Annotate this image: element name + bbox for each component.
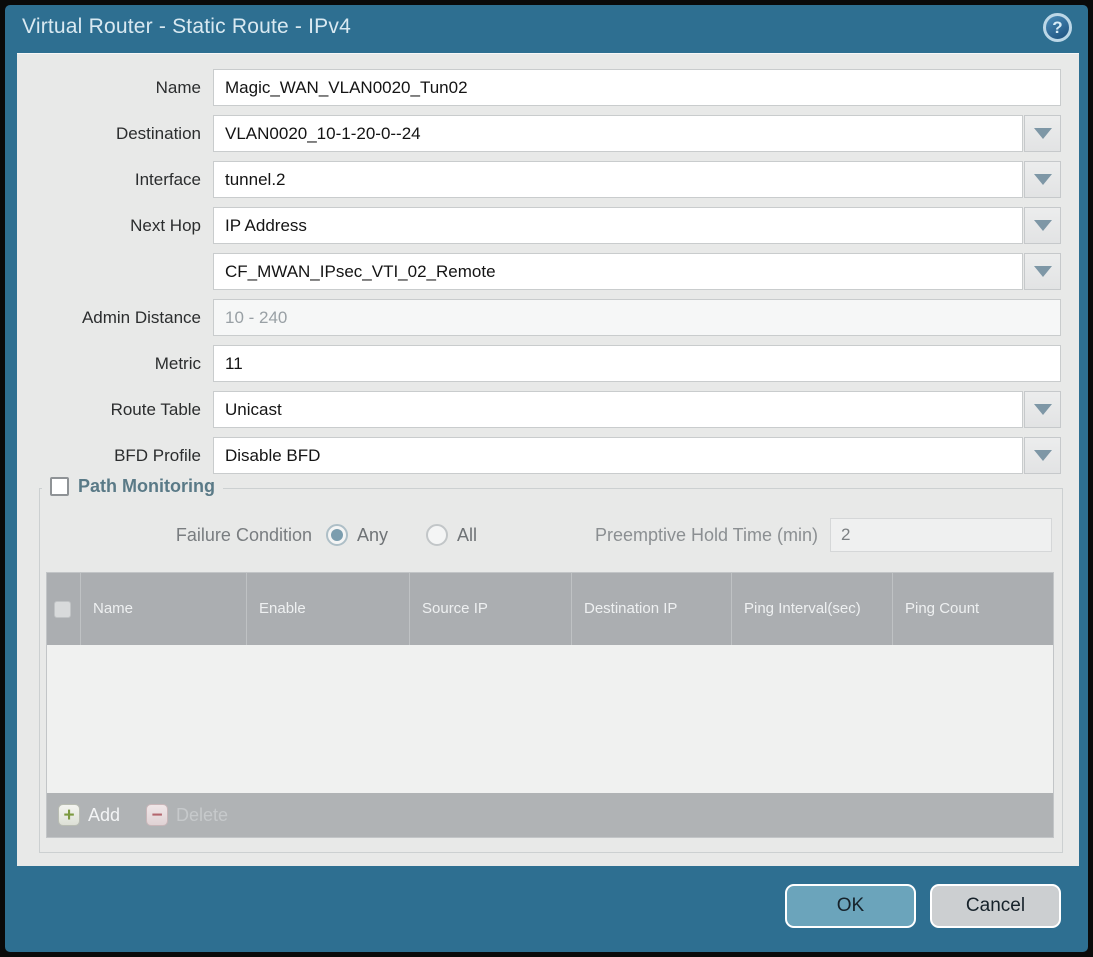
failure-condition-any-label: Any: [357, 525, 388, 546]
interface-label: Interface: [17, 170, 213, 190]
failure-condition-any-radio[interactable]: [326, 524, 348, 546]
dialog-title: Virtual Router - Static Route - IPv4: [22, 15, 351, 39]
column-header-ping-interval: Ping Interval(sec): [732, 573, 893, 645]
help-icon[interactable]: ?: [1043, 13, 1072, 42]
column-header-name: Name: [81, 573, 247, 645]
next-hop-label: Next Hop: [17, 216, 213, 236]
static-route-dialog: Virtual Router - Static Route - IPv4 ? N…: [5, 5, 1088, 952]
next-hop-row: Next Hop: [17, 207, 1061, 244]
bfd-profile-row: BFD Profile: [17, 437, 1061, 474]
table-header-row: Name Enable Source IP Destination IP Pin…: [47, 573, 1053, 645]
failure-condition-row: Failure Condition Any All Preemptive Hol…: [46, 517, 1054, 553]
next-hop-address-dropdown-button[interactable]: [1024, 253, 1061, 290]
bfd-profile-input[interactable]: [213, 437, 1023, 474]
admin-distance-row: Admin Distance: [17, 299, 1061, 336]
path-monitoring-group: Path Monitoring Failure Condition Any Al…: [39, 488, 1063, 853]
chevron-down-icon: [1034, 404, 1052, 415]
metric-row: Metric: [17, 345, 1061, 382]
chevron-down-icon: [1034, 220, 1052, 231]
admin-distance-label: Admin Distance: [17, 308, 213, 328]
select-all-checkbox[interactable]: [54, 601, 71, 618]
preemptive-hold-time-input[interactable]: [830, 518, 1052, 552]
chevron-down-icon: [1034, 266, 1052, 277]
failure-condition-label: Failure Condition: [46, 525, 312, 546]
chevron-down-icon: [1034, 450, 1052, 461]
bfd-profile-dropdown-button[interactable]: [1024, 437, 1061, 474]
destination-row: Destination: [17, 115, 1061, 152]
path-monitoring-table: Name Enable Source IP Destination IP Pin…: [46, 572, 1054, 838]
dialog-actions: OK Cancel: [785, 884, 1061, 928]
route-table-label: Route Table: [17, 400, 213, 420]
path-monitoring-legend: Path Monitoring: [42, 476, 223, 497]
ok-button[interactable]: OK: [785, 884, 916, 928]
name-label: Name: [17, 78, 213, 98]
next-hop-type-input[interactable]: [213, 207, 1023, 244]
path-monitoring-title: Path Monitoring: [78, 476, 215, 497]
interface-input[interactable]: [213, 161, 1023, 198]
column-header-enable: Enable: [247, 573, 410, 645]
add-plus-icon: +: [58, 804, 80, 826]
admin-distance-input[interactable]: [213, 299, 1061, 336]
destination-dropdown-button[interactable]: [1024, 115, 1061, 152]
destination-input[interactable]: [213, 115, 1023, 152]
failure-condition-all-radio[interactable]: [426, 524, 448, 546]
column-header-source-ip: Source IP: [410, 573, 572, 645]
chevron-down-icon: [1034, 174, 1052, 185]
delete-button[interactable]: − Delete: [146, 804, 228, 826]
next-hop-address-input[interactable]: [213, 253, 1023, 290]
interface-dropdown-button[interactable]: [1024, 161, 1061, 198]
route-table-dropdown-button[interactable]: [1024, 391, 1061, 428]
column-header-ping-count: Ping Count: [893, 573, 1053, 645]
next-hop-address-row: [17, 253, 1061, 290]
bfd-profile-label: BFD Profile: [17, 446, 213, 466]
destination-label: Destination: [17, 124, 213, 144]
route-form: Name Destination Interface: [17, 54, 1079, 474]
cancel-button[interactable]: Cancel: [930, 884, 1061, 928]
failure-condition-all-label: All: [457, 525, 477, 546]
dialog-content: Name Destination Interface: [17, 53, 1079, 866]
dialog-titlebar[interactable]: Virtual Router - Static Route - IPv4 ?: [5, 5, 1088, 53]
delete-button-label: Delete: [176, 805, 228, 826]
help-glyph: ?: [1052, 19, 1062, 36]
metric-input[interactable]: [213, 345, 1061, 382]
name-row: Name: [17, 69, 1061, 106]
table-body-empty: [47, 645, 1053, 793]
interface-row: Interface: [17, 161, 1061, 198]
select-all-cell: [47, 573, 81, 645]
route-table-input[interactable]: [213, 391, 1023, 428]
delete-minus-icon: −: [146, 804, 168, 826]
add-button[interactable]: + Add: [58, 804, 120, 826]
column-header-destination-ip: Destination IP: [572, 573, 732, 645]
metric-label: Metric: [17, 354, 213, 374]
table-footer-bar: + Add − Delete: [47, 793, 1053, 837]
chevron-down-icon: [1034, 128, 1052, 139]
next-hop-type-dropdown-button[interactable]: [1024, 207, 1061, 244]
preemptive-hold-time-label: Preemptive Hold Time (min): [595, 525, 830, 546]
screen: Virtual Router - Static Route - IPv4 ? N…: [0, 0, 1093, 957]
path-monitoring-checkbox[interactable]: [50, 477, 69, 496]
route-table-row: Route Table: [17, 391, 1061, 428]
name-input[interactable]: [213, 69, 1061, 106]
add-button-label: Add: [88, 805, 120, 826]
